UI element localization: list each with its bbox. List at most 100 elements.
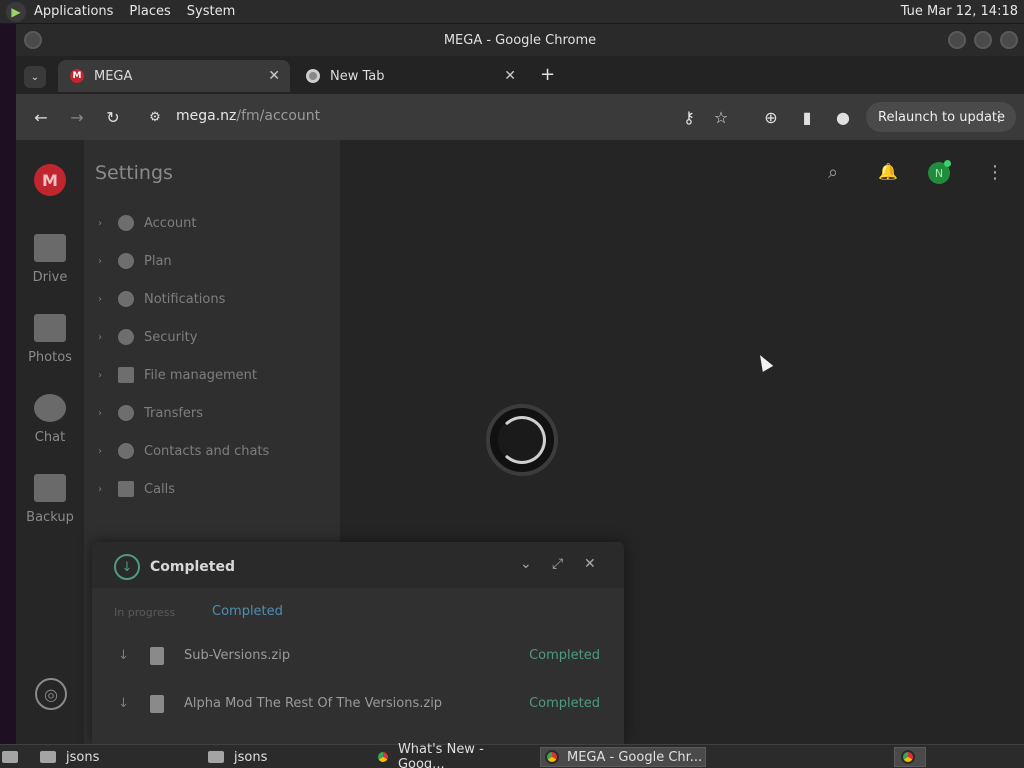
download-complete-icon: ↓ xyxy=(114,554,140,580)
rail-label: Chat xyxy=(34,430,66,445)
tab-search-button[interactable]: ⌄ xyxy=(24,66,46,88)
back-icon[interactable]: ← xyxy=(30,106,52,128)
browser-window: MEGA - Google Chrome ⌄ M MEGA ✕ New Tab … xyxy=(16,24,1024,744)
bookmark-star-icon[interactable]: ☆ xyxy=(710,106,732,128)
settings-item-label: Account xyxy=(144,215,197,231)
settings-item-plan[interactable]: › Plan xyxy=(98,250,172,272)
taskbar-item-mega[interactable]: MEGA - Google Chr... xyxy=(540,747,706,767)
bell-icon[interactable]: 🔔 xyxy=(878,162,898,186)
transfer-manager-panel: ↓ Completed ⌄ ⤢ ✕ In progress Completed … xyxy=(92,542,624,744)
chevron-down-icon: ⌄ xyxy=(30,71,40,83)
maximize-button[interactable] xyxy=(974,31,992,49)
workspace-switcher[interactable] xyxy=(894,747,926,767)
settings-item-file-management[interactable]: › File management xyxy=(98,364,257,386)
chevron-right-icon: › xyxy=(98,331,102,343)
transfer-row[interactable]: ↓ Alpha Mod The Rest Of The Versions.zip… xyxy=(92,682,624,726)
minimize-button[interactable] xyxy=(948,31,966,49)
settings-title: Settings xyxy=(95,162,173,184)
taskbar-item-jsons-2[interactable]: jsons xyxy=(204,747,364,767)
tab-mega[interactable]: M MEGA ✕ xyxy=(58,60,290,92)
menu-system[interactable]: System xyxy=(187,4,235,19)
search-icon[interactable]: ⌕ xyxy=(828,162,838,186)
menu-applications[interactable]: Applications xyxy=(34,4,113,19)
rail-item-photos[interactable]: Photos xyxy=(16,314,84,365)
chevron-right-icon: › xyxy=(98,293,102,305)
reload-icon[interactable]: ↻ xyxy=(102,106,124,128)
password-key-icon[interactable]: ⚷ xyxy=(678,106,700,128)
settings-item-label: Calls xyxy=(144,481,176,497)
rail-item-chat[interactable]: Chat xyxy=(16,394,84,445)
close-window-button[interactable] xyxy=(1000,31,1018,49)
downloads-icon[interactable]: ⊕ xyxy=(760,106,782,128)
tab-completed[interactable]: Completed xyxy=(212,604,283,619)
chevron-right-icon: › xyxy=(98,255,102,267)
collapse-chevron-icon[interactable]: ⌄ xyxy=(520,556,532,572)
taskbar-label: What's New - Goog... xyxy=(397,742,484,768)
more-vert-icon[interactable]: ⋮ xyxy=(986,162,1004,186)
bell-icon xyxy=(118,291,134,307)
settings-item-account[interactable]: › Account xyxy=(98,212,197,234)
tab-strip: ⌄ M MEGA ✕ New Tab ✕ + xyxy=(16,56,1024,94)
url-host: mega.nz xyxy=(176,108,237,124)
relaunch-label: Relaunch to update xyxy=(878,109,1006,125)
transfer-manager-icon[interactable]: ◎ xyxy=(35,678,67,710)
settings-item-label: Contacts and chats xyxy=(144,443,270,459)
folder-icon xyxy=(40,751,56,763)
settings-item-contacts-and-chats[interactable]: › Contacts and chats xyxy=(98,440,269,462)
taskbar-item-jsons-1[interactable]: jsons xyxy=(36,747,196,767)
mega-logo[interactable]: M xyxy=(34,164,66,196)
url-path: /fm/account xyxy=(236,108,321,124)
settings-item-label: Notifications xyxy=(144,291,226,307)
folder-icon xyxy=(34,234,66,262)
settings-item-security[interactable]: › Security xyxy=(98,326,197,348)
expand-panel-icon[interactable]: ⤢ xyxy=(552,556,563,572)
desktop-logo-icon[interactable]: ▶ xyxy=(6,1,26,22)
settings-item-notifications[interactable]: › Notifications xyxy=(98,288,225,310)
settings-item-calls[interactable]: › Calls xyxy=(98,478,175,500)
download-arrow-icon: ↓ xyxy=(118,648,129,663)
chevron-right-icon: › xyxy=(98,445,102,457)
taskbar-item-whats-new[interactable]: What's New - Goog... xyxy=(372,742,534,768)
zip-file-icon xyxy=(150,695,164,713)
window-title: MEGA - Google Chrome xyxy=(443,32,597,48)
close-tab-icon[interactable]: ✕ xyxy=(268,68,280,84)
mega-icon: M xyxy=(70,69,84,83)
settings-item-label: Security xyxy=(144,329,198,345)
tab-in-progress[interactable]: In progress xyxy=(114,606,175,619)
lock-icon xyxy=(118,329,134,345)
zip-file-icon xyxy=(150,647,164,665)
mega-nav-rail: M Drive Photos Chat Backup ◎ xyxy=(16,140,84,744)
tab-label: New Tab xyxy=(330,68,385,84)
transfer-status: Completed xyxy=(529,648,600,663)
tab-new-tab[interactable]: New Tab ✕ xyxy=(294,60,526,92)
rail-label: Drive xyxy=(32,270,68,285)
address-bar[interactable]: mega.nz/fm/account xyxy=(176,108,320,124)
site-info-icon[interactable]: ⚙ xyxy=(144,106,166,128)
shield-icon xyxy=(118,253,134,269)
new-tab-button[interactable]: + xyxy=(540,64,555,85)
close-tab-icon[interactable]: ✕ xyxy=(504,68,516,84)
relaunch-to-update-button[interactable]: Relaunch to update ⋮ xyxy=(866,102,1016,132)
chrome-icon xyxy=(545,750,559,764)
forward-icon[interactable]: → xyxy=(66,106,88,128)
transfer-row[interactable]: ↓ Sub-Versions.zip Completed xyxy=(92,634,624,678)
rail-item-drive[interactable]: Drive xyxy=(16,234,84,285)
rail-item-backup[interactable]: Backup xyxy=(16,474,84,525)
file-name: Alpha Mod The Rest Of The Versions.zip xyxy=(184,696,443,711)
device-icon xyxy=(34,474,66,502)
settings-item-transfers[interactable]: › Transfers xyxy=(98,402,203,424)
profile-icon[interactable]: ● xyxy=(832,106,854,128)
show-desktop-button[interactable] xyxy=(2,747,22,767)
desktop-icon xyxy=(2,751,18,763)
side-panel-icon[interactable]: ▮ xyxy=(796,106,818,128)
clock[interactable]: Tue Mar 12, 14:18 xyxy=(901,4,1018,19)
tab-label: MEGA xyxy=(94,68,133,84)
chat-bubble-icon xyxy=(34,394,66,422)
window-menu-icon[interactable] xyxy=(24,31,42,49)
chrome-icon xyxy=(376,750,390,764)
chrome-icon xyxy=(901,750,915,764)
window-titlebar[interactable]: MEGA - Google Chrome xyxy=(16,24,1024,56)
close-panel-icon[interactable]: ✕ xyxy=(584,556,596,572)
menu-places[interactable]: Places xyxy=(129,4,170,19)
download-arrow-icon: ↓ xyxy=(118,696,129,711)
